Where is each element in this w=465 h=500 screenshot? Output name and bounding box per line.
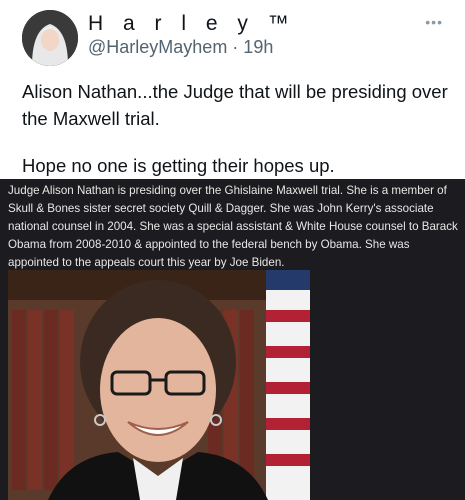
- handle-and-time[interactable]: @HarleyMayhem · 19h: [88, 37, 273, 58]
- media-caption: Judge Alison Nathan is presiding over th…: [8, 184, 458, 269]
- tweet-text-line2: Hope no one is getting their hopes up.: [22, 155, 335, 176]
- judge-photo: [8, 270, 310, 500]
- avatar[interactable]: [22, 10, 78, 66]
- tweet-text: Alison Nathan...the Judge that will be p…: [22, 78, 452, 179]
- display-name[interactable]: H a r l e y ™: [88, 12, 296, 36]
- more-icon[interactable]: •••: [425, 14, 443, 30]
- tweet-text-line1: Alison Nathan...the Judge that will be p…: [22, 81, 448, 129]
- tweet: H a r l e y ™ @HarleyMayhem · 19h ••• Al…: [0, 0, 465, 500]
